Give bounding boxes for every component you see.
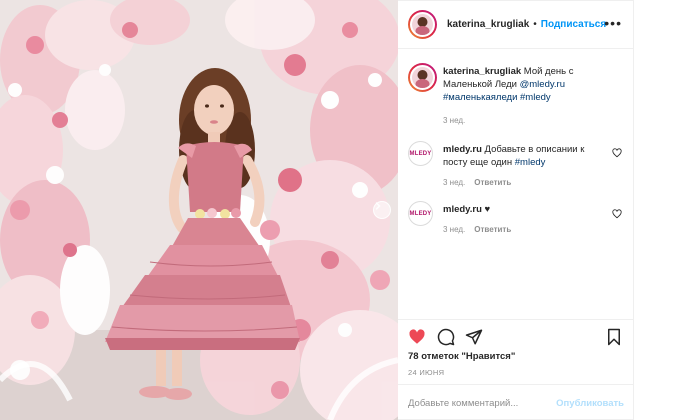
hashtag-links[interactable]: #маленькаяледи #mledy: [443, 92, 551, 103]
comment-text: mledy.ru Добавьте в описании к посту еще…: [443, 143, 608, 169]
post-photo[interactable]: [0, 0, 398, 420]
chevron-right-icon: [375, 202, 381, 210]
more-icon[interactable]: •••: [604, 16, 622, 30]
comment-input[interactable]: [408, 397, 557, 409]
comment-author[interactable]: mledy.ru: [443, 204, 482, 215]
publish-button[interactable]: Опубликовать: [556, 398, 624, 409]
comment-meta: 3 нед.: [443, 116, 465, 125]
comment-meta: 3 нед. Ответить: [443, 178, 511, 187]
separator-dot: •: [533, 19, 537, 30]
comment-item: MLEDY mledy.ru Добавьте в описании к пос…: [408, 141, 628, 189]
comment-message: ♥: [484, 204, 491, 215]
comment-like-heart-icon[interactable]: [612, 209, 622, 219]
bookmark-icon[interactable]: [606, 328, 622, 346]
comment-like-heart-icon[interactable]: [612, 148, 622, 158]
post-author-username[interactable]: katerina_krugliak: [447, 19, 529, 30]
comment-time: 3 нед.: [443, 225, 466, 234]
heart-icon[interactable]: [408, 328, 426, 346]
comment-time: 3 нед.: [443, 178, 466, 187]
avatar[interactable]: [408, 10, 437, 39]
avatar[interactable]: [408, 63, 437, 92]
share-icon[interactable]: [465, 328, 483, 346]
avatar-image: [412, 67, 433, 88]
comment-icon[interactable]: [437, 328, 455, 346]
comment-text: mledy.ru ♥: [443, 203, 608, 216]
comment-author[interactable]: katerina_krugliak: [443, 66, 521, 77]
likes-count[interactable]: 78 отметок "Нравится": [408, 351, 515, 362]
reply-button[interactable]: Ответить: [474, 225, 511, 234]
comments-list: katerina_krugliak Мой день с Маленькой Л…: [398, 49, 634, 319]
post-date: 24 ИЮНЯ: [408, 368, 445, 377]
comment-meta: 3 нед. Ответить: [443, 225, 511, 234]
comment-item: MLEDY mledy.ru ♥ 3 нед. Ответить: [408, 201, 628, 241]
mention-link[interactable]: @mledy.ru: [520, 79, 565, 90]
hashtag-link[interactable]: #mledy: [515, 157, 546, 168]
comment-time: 3 нед.: [443, 116, 466, 125]
add-comment-bar: Опубликовать: [398, 384, 634, 420]
follow-button[interactable]: Подписаться: [541, 19, 606, 30]
caption-comment: katerina_krugliak Мой день с Маленькой Л…: [408, 63, 628, 127]
avatar[interactable]: MLEDY: [408, 201, 433, 226]
carousel-next-button[interactable]: [373, 201, 391, 219]
avatar[interactable]: MLEDY: [408, 141, 433, 166]
comment-author[interactable]: mledy.ru: [443, 144, 482, 155]
post-details-panel: katerina_krugliak • Подписаться ••• kate…: [398, 0, 634, 420]
photo-illustration: [0, 0, 398, 420]
post-header: katerina_krugliak • Подписаться •••: [398, 1, 634, 49]
reply-button[interactable]: Ответить: [474, 178, 511, 187]
avatar-image: [412, 14, 433, 35]
comment-text: katerina_krugliak Мой день с Маленькой Л…: [443, 65, 608, 104]
